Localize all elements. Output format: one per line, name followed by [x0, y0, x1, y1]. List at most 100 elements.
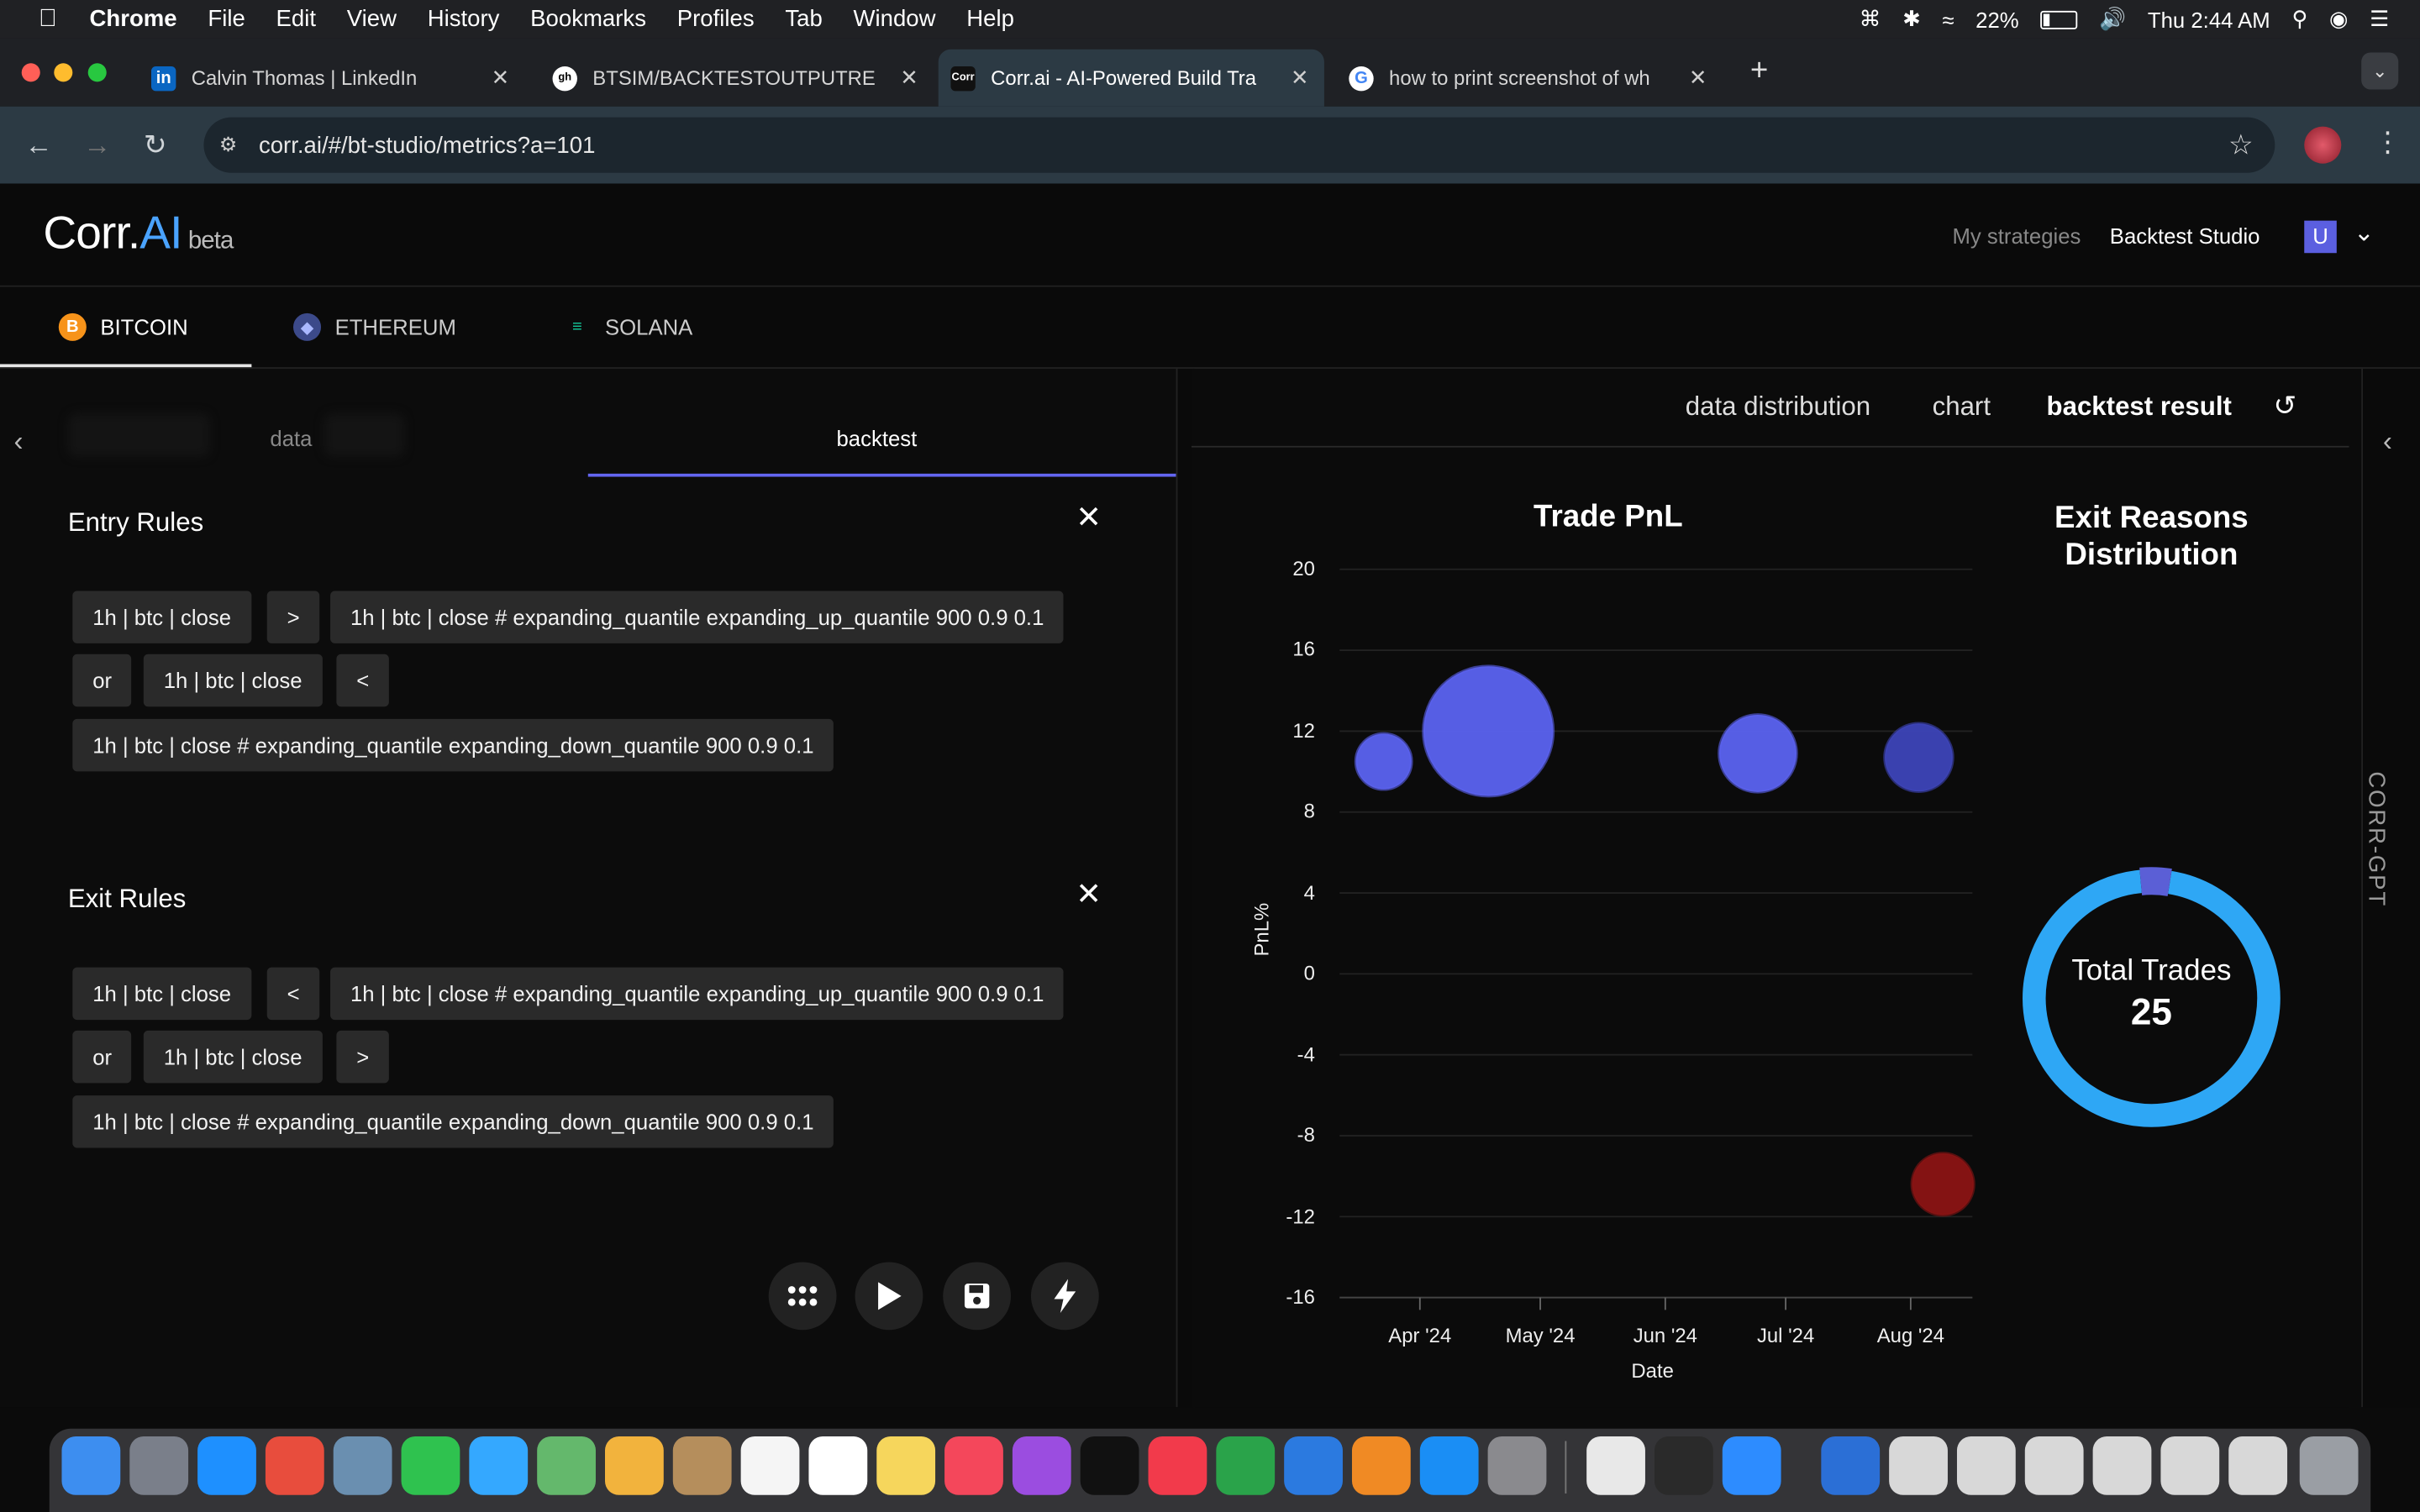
menu-bookmarks[interactable]: Bookmarks: [530, 6, 646, 32]
collapse-left-chevron-icon[interactable]: ‹: [14, 426, 24, 459]
battery-icon[interactable]: [2040, 9, 2078, 29]
finder-icon[interactable]: [61, 1436, 121, 1495]
expand-sidebar-chevron-icon[interactable]: ‹: [2383, 426, 2392, 459]
menu-help[interactable]: Help: [966, 6, 1014, 32]
rule-chip[interactable]: 1h | btc | close # expanding_quantile ex…: [72, 718, 834, 772]
messages-icon[interactable]: [469, 1436, 529, 1495]
rule-chip[interactable]: 1h | btc | close: [143, 1030, 323, 1084]
preview-icon[interactable]: [333, 1436, 392, 1495]
browser-tab-github[interactable]: gh BTSIM/BACKTESTOUTPUTRE ✕: [540, 50, 934, 107]
entry-rules-close-icon[interactable]: ✕: [1076, 498, 1102, 537]
menu-view[interactable]: View: [347, 6, 397, 32]
maps-icon[interactable]: [537, 1436, 596, 1495]
tab-backtest-result[interactable]: backtest result: [2047, 392, 2232, 423]
user-avatar[interactable]: U: [2304, 220, 2337, 254]
menu-file[interactable]: File: [208, 6, 245, 32]
profile-avatar[interactable]: [2304, 126, 2342, 164]
bookmark-star-icon[interactable]: ☆: [2228, 129, 2254, 161]
safari-icon[interactable]: [197, 1436, 256, 1495]
reload-icon[interactable]: ↻: [144, 129, 167, 162]
tab-data-distribution[interactable]: data distribution: [1686, 392, 1870, 423]
clock[interactable]: Thu 2:44 AM: [2148, 7, 2270, 31]
back-arrow-icon[interactable]: ←: [24, 129, 52, 162]
calendar-icon[interactable]: [740, 1436, 800, 1495]
window-thumb-icon[interactable]: [1889, 1436, 1948, 1495]
photos-icon[interactable]: [604, 1436, 664, 1495]
contacts-icon[interactable]: [672, 1436, 732, 1495]
podcasts-icon[interactable]: [1012, 1436, 1071, 1495]
site-info-icon[interactable]: ⚙: [219, 133, 237, 157]
forward-arrow-icon[interactable]: →: [83, 129, 111, 162]
run-backtest-button[interactable]: [855, 1262, 923, 1331]
facetime-icon[interactable]: [401, 1436, 460, 1495]
reminders-icon[interactable]: [808, 1436, 868, 1495]
launchpad-icon[interactable]: [129, 1436, 189, 1495]
apps-grid-button[interactable]: [768, 1262, 837, 1331]
numbers-icon[interactable]: [1216, 1436, 1276, 1495]
rule-chip[interactable]: 1h | btc | close: [143, 654, 323, 707]
tab-chart[interactable]: chart: [1933, 392, 1991, 423]
browser-tab-corr-active[interactable]: Corr Corr.ai - AI-Powered Build Tra ✕: [938, 49, 1324, 107]
music-icon[interactable]: [944, 1436, 1003, 1495]
apple-tv-icon[interactable]: [1080, 1436, 1139, 1495]
app-store-icon[interactable]: [1419, 1436, 1479, 1495]
subtab-backtest[interactable]: backtest: [837, 426, 918, 450]
window-thumb-icon[interactable]: [2092, 1436, 2152, 1495]
control-center-icon[interactable]: ☰: [2370, 6, 2389, 32]
rule-operator-chip[interactable]: <: [266, 967, 320, 1021]
close-tab-icon[interactable]: ✕: [1689, 65, 1707, 91]
keyboard-icon[interactable]: ⌘: [1860, 6, 1881, 32]
window-thumb-icon[interactable]: [1956, 1436, 2016, 1495]
rule-logic-chip[interactable]: or: [72, 1030, 132, 1084]
apple-icon[interactable]: : [34, 5, 61, 33]
rule-chip[interactable]: 1h | btc | close: [72, 591, 251, 643]
rule-chip[interactable]: 1h | btc | close # expanding_quantile ex…: [72, 1095, 834, 1148]
volume-icon[interactable]: 🔊: [2099, 6, 2126, 32]
globe-icon[interactable]: [1821, 1436, 1881, 1495]
tab-bitcoin[interactable]: B BITCOIN: [58, 312, 188, 341]
rule-logic-chip[interactable]: or: [72, 654, 132, 707]
chrome-icon[interactable]: [265, 1436, 324, 1495]
menu-edit[interactable]: Edit: [276, 6, 316, 32]
rule-chip[interactable]: 1h | btc | close # expanding_quantile ex…: [330, 967, 1065, 1021]
tab-ethereum[interactable]: ◆ ETHEREUM: [292, 312, 456, 341]
window-thumb-icon[interactable]: [2228, 1436, 2288, 1495]
window-minimize-button[interactable]: [54, 63, 73, 82]
exit-rules-close-icon[interactable]: ✕: [1076, 874, 1102, 913]
cube-app-icon[interactable]: [1654, 1436, 1713, 1495]
menu-tab[interactable]: Tab: [785, 6, 822, 32]
rule-operator-chip[interactable]: >: [266, 591, 320, 643]
bluetooth-icon[interactable]: ✱: [1902, 6, 1921, 32]
new-tab-plus-icon[interactable]: +: [1750, 54, 1768, 89]
history-icon[interactable]: ↺: [2274, 391, 2297, 423]
menu-profiles[interactable]: Profiles: [677, 6, 755, 32]
nav-my-strategies[interactable]: My strategies: [1952, 223, 2081, 248]
wifi-icon[interactable]: ≈: [1942, 7, 1954, 31]
menu-history[interactable]: History: [428, 6, 500, 32]
user-menu-chevron-down-icon[interactable]: ⌄: [2354, 218, 2375, 249]
textedit-icon[interactable]: [1586, 1436, 1645, 1495]
spotlight-search-icon[interactable]: ⚲: [2291, 6, 2307, 32]
close-tab-icon[interactable]: ✕: [1291, 65, 1309, 91]
zoom-icon[interactable]: [1722, 1436, 1781, 1495]
browser-tab-google[interactable]: G how to print screenshot of wh ✕: [1337, 50, 1723, 107]
system-settings-icon[interactable]: [1487, 1436, 1547, 1495]
save-strategy-button[interactable]: [943, 1262, 1012, 1331]
tab-search-chevron-icon[interactable]: ⌄: [2361, 52, 2399, 90]
close-tab-icon[interactable]: ✕: [492, 65, 510, 91]
pages-icon[interactable]: [1351, 1436, 1411, 1495]
subtab-data[interactable]: data: [270, 426, 312, 450]
quick-action-button[interactable]: [1030, 1262, 1099, 1331]
keynote-icon[interactable]: [1284, 1436, 1343, 1495]
window-zoom-button[interactable]: [87, 63, 107, 82]
news-icon[interactable]: [1148, 1436, 1207, 1495]
browser-tab-linkedin[interactable]: in Calvin Thomas | LinkedIn ✕: [139, 50, 524, 107]
address-bar[interactable]: ⚙ corr.ai/#/bt-studio/metrics?a=101 ☆: [203, 117, 2275, 173]
window-close-button[interactable]: [21, 63, 40, 82]
notes-icon[interactable]: [876, 1436, 936, 1495]
tab-solana[interactable]: ≡ SOLANA: [563, 313, 692, 341]
rule-operator-chip[interactable]: <: [336, 654, 390, 707]
rule-chip[interactable]: 1h | btc | close: [72, 967, 251, 1021]
nav-backtest-studio[interactable]: Backtest Studio: [2110, 223, 2260, 248]
siri-icon[interactable]: ◉: [2329, 6, 2348, 32]
